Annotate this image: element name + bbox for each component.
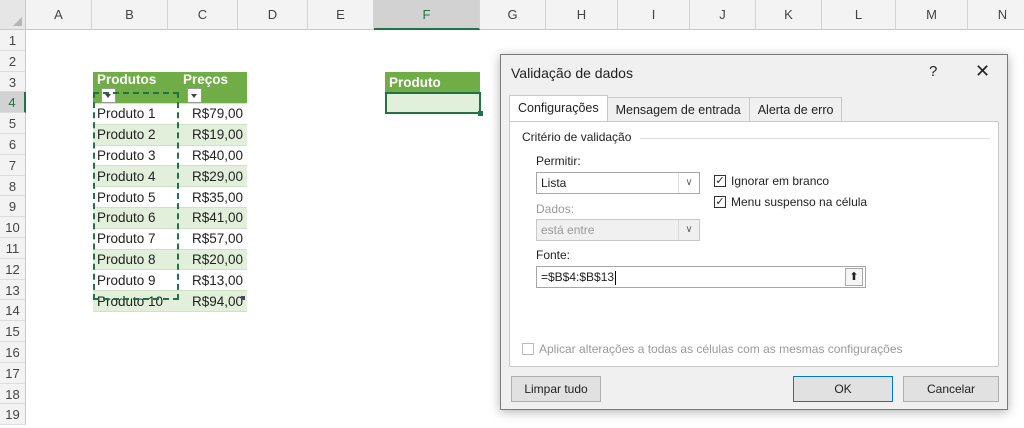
row-header-14[interactable]: 14 [0, 300, 26, 322]
column-header-e[interactable]: E [308, 0, 374, 30]
row-header-5[interactable]: 5 [0, 113, 26, 134]
row-header-2[interactable]: 2 [0, 50, 26, 72]
column-header-m[interactable]: M [896, 0, 968, 30]
dados-label: Dados: [536, 202, 575, 216]
dados-value: está entre [541, 223, 595, 237]
apply-all-checkbox[interactable]: Aplicar alterações a todas as células co… [522, 342, 903, 356]
fill-handle[interactable] [478, 111, 483, 116]
checkmark-icon: ✓ [714, 175, 726, 187]
row-header-9[interactable]: 9 [0, 196, 26, 218]
column-header-k[interactable]: K [756, 0, 822, 30]
close-icon[interactable]: ✕ [975, 61, 990, 82]
checkmark-icon: ✓ [714, 196, 726, 208]
row-header-10[interactable]: 10 [0, 217, 26, 238]
dados-select: está entre ∨ [536, 219, 700, 241]
dialog-tabs: Configurações Mensagem de entrada Alerta… [509, 95, 843, 121]
row-header-13[interactable]: 13 [0, 279, 26, 301]
column-header-d[interactable]: D [238, 0, 308, 30]
text-caret [615, 270, 617, 285]
row-header-8[interactable]: 8 [0, 175, 26, 197]
tab-configuracoes[interactable]: Configurações [509, 95, 608, 121]
settings-panel: Critério de validação Permitir: Lista ∨ … [509, 121, 999, 367]
row-header-16[interactable]: 16 [0, 341, 26, 363]
fonte-input[interactable]: =$B$4:$B$13 ⬆ [536, 266, 866, 288]
help-button[interactable]: ? [929, 63, 937, 80]
ignore-blank-label: Ignorar em branco [731, 174, 830, 188]
ok-button[interactable]: OK [793, 376, 893, 402]
column-header-f[interactable]: F [374, 0, 480, 30]
price-cell[interactable]: R$79,00 [179, 103, 247, 125]
row-header-4[interactable]: 4 [0, 92, 26, 114]
column-header-j[interactable]: J [690, 0, 756, 30]
price-cell[interactable]: R$41,00 [179, 207, 247, 229]
row-header-18[interactable]: 18 [0, 383, 26, 405]
row-header-17[interactable]: 17 [0, 362, 26, 384]
table-resize-handle[interactable] [241, 296, 245, 300]
price-cell[interactable]: R$35,00 [179, 186, 247, 208]
column-header-n[interactable]: N [968, 0, 1024, 30]
price-cell[interactable]: R$20,00 [179, 249, 247, 271]
price-cell[interactable]: R$13,00 [179, 269, 247, 292]
tab-mensagem-de-entrada[interactable]: Mensagem de entrada [606, 97, 750, 121]
column-header-l[interactable]: L [822, 0, 896, 30]
column-header-c[interactable]: C [168, 0, 238, 30]
row-header-19[interactable]: 19 [0, 404, 26, 426]
column-header-g[interactable]: G [480, 0, 546, 30]
data-validation-dialog: Validação de dados ? ✕ Configurações Men… [500, 54, 1008, 410]
permitir-select[interactable]: Lista ∨ [536, 172, 700, 194]
permitir-label: Permitir: [536, 154, 581, 168]
chevron-down-icon: ∨ [678, 173, 699, 193]
collapse-range-icon[interactable]: ⬆ [845, 268, 863, 286]
filter-dropdown-icon[interactable] [187, 87, 202, 103]
row-headers: 1 2 3 4 5 6 7 8 9 10 11 12 13 14 15 16 17 18 19 [0, 30, 26, 426]
column-header-i[interactable]: I [618, 0, 690, 30]
row-header-7[interactable]: 7 [0, 154, 26, 176]
header-precos[interactable]: Preços [179, 72, 247, 104]
price-cell[interactable]: R$19,00 [179, 124, 247, 146]
checkbox-icon [522, 343, 534, 355]
column-header-a[interactable]: A [26, 0, 92, 30]
price-cell[interactable]: R$94,00 [179, 290, 247, 312]
ignore-blank-checkbox[interactable]: ✓ Ignorar em branco [714, 174, 829, 188]
tab-alerta-de-erro[interactable]: Alerta de erro [748, 97, 843, 121]
apply-all-label: Aplicar alterações a todas as células co… [539, 342, 903, 356]
price-cell[interactable]: R$29,00 [179, 165, 247, 188]
price-cell[interactable]: R$57,00 [179, 228, 247, 250]
column-headers: ABCDEFGHIJKLMN [26, 0, 1024, 30]
row-header-11[interactable]: 11 [0, 237, 26, 259]
dialog-title: Validação de dados [511, 65, 633, 81]
row-header-1[interactable]: 1 [0, 30, 26, 51]
row-header-12[interactable]: 12 [0, 258, 26, 280]
copy-marquee [93, 92, 179, 300]
permitir-value: Lista [541, 176, 567, 190]
group-divider [640, 138, 990, 139]
chevron-down-icon: ∨ [678, 220, 699, 240]
selected-cell-f4[interactable] [385, 92, 481, 114]
cancel-button[interactable]: Cancelar [903, 376, 999, 402]
column-header-b[interactable]: B [92, 0, 168, 30]
group-label: Critério de validação [522, 130, 632, 144]
select-all-corner[interactable] [0, 0, 26, 30]
fonte-value: =$B$4:$B$13 [541, 270, 615, 284]
dropdown-in-cell-checkbox[interactable]: ✓ Menu suspenso na célula [714, 195, 867, 209]
dropdown-in-cell-label: Menu suspenso na célula [731, 195, 868, 209]
produto-header-cell[interactable]: Produto [385, 72, 480, 93]
clear-all-button[interactable]: Limpar tudo [511, 376, 601, 402]
fonte-label: Fonte: [536, 248, 571, 262]
column-header-h[interactable]: H [546, 0, 618, 30]
row-header-3[interactable]: 3 [0, 71, 26, 93]
row-header-6[interactable]: 6 [0, 133, 26, 155]
row-header-15[interactable]: 15 [0, 321, 26, 342]
price-cell[interactable]: R$40,00 [179, 145, 247, 167]
